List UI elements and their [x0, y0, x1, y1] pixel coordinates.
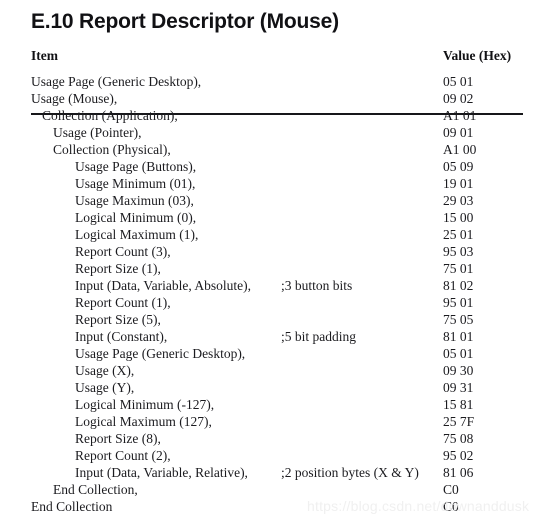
table-row: Logical Maximum (127), 25 7F	[0, 413, 554, 430]
row-item-label: Logical Maximum (1),	[75, 227, 199, 242]
header-spacer	[0, 65, 554, 73]
row-hex-value: 05 01	[443, 346, 474, 361]
row-item-label: Input (Data, Variable, Relative),	[75, 465, 248, 480]
table-row: Usage (Y), 09 31	[0, 379, 554, 396]
row-item-label: End Collection,	[53, 482, 138, 497]
row-item-label: Usage Page (Buttons),	[75, 159, 197, 174]
report-descriptor-page: E.10 Report Descriptor (Mouse) Item Valu…	[0, 0, 554, 524]
table-row: Input (Constant), ;5 bit padding 81 01	[0, 328, 554, 345]
row-item-label: Report Count (1),	[75, 295, 171, 310]
table-row: Input (Data, Variable, Relative), ;2 posi…	[0, 464, 554, 481]
row-item-label: Input (Data, Variable, Absolute),	[75, 278, 251, 293]
row-item-label: Report Size (1),	[75, 261, 161, 276]
row-item-label: Usage (Pointer),	[53, 125, 142, 140]
table-row: Report Size (5), 75 05	[0, 311, 554, 328]
row-hex-value: A1 00	[443, 142, 477, 157]
row-item-label: End Collection	[31, 499, 113, 514]
row-comment: ;2 position bytes (X & Y)	[281, 465, 419, 480]
row-hex-value: 25 01	[443, 227, 474, 242]
row-hex-value: A1 01	[443, 108, 477, 123]
row-item-label: Logical Minimum (-127),	[75, 397, 215, 412]
row-hex-value: 09 02	[443, 91, 474, 106]
table-row: Logical Minimum (0), 15 00	[0, 209, 554, 226]
table-row: End Collection, C0	[0, 481, 554, 498]
row-hex-value: 95 02	[443, 448, 474, 463]
table-row: Report Count (3), 95 03	[0, 243, 554, 260]
row-hex-value: 25 7F	[443, 414, 475, 429]
row-hex-value: 75 01	[443, 261, 474, 276]
row-hex-value: 75 08	[443, 431, 474, 446]
row-item-label: Usage Page (Generic Desktop),	[31, 74, 202, 89]
report-descriptor-table: Item Value (Hex) Usage Page (Generic Des…	[0, 47, 554, 515]
row-item-label: Report Count (2),	[75, 448, 171, 463]
table-row: Usage (Mouse), 09 02	[0, 90, 554, 107]
row-item-label: Logical Minimum (0),	[75, 210, 197, 225]
row-hex-value: 81 02	[443, 278, 474, 293]
row-item-label: Collection (Physical),	[53, 142, 171, 157]
table-row: Logical Minimum (-127), 15 81	[0, 396, 554, 413]
row-hex-value: 75 05	[443, 312, 474, 327]
row-item-label: Report Size (5),	[75, 312, 161, 327]
row-item-label: Usage Minimum (01),	[75, 176, 196, 191]
row-item-label: Input (Constant),	[75, 329, 168, 344]
row-item-label: Usage (Mouse),	[31, 91, 118, 106]
row-hex-value: 81 06	[443, 465, 474, 480]
table-row: Report Count (1), 95 01	[0, 294, 554, 311]
table-row: Report Count (2), 95 02	[0, 447, 554, 464]
table-row: Collection (Application), A1 01	[0, 107, 554, 124]
row-hex-value: 95 03	[443, 244, 474, 259]
table-row: Collection (Physical), A1 00	[0, 141, 554, 158]
row-item-label: Report Count (3),	[75, 244, 171, 259]
watermark: https://blog.csdn.net/downanddusk	[307, 498, 530, 514]
table-row: Usage (X), 09 30	[0, 362, 554, 379]
column-header-item: Item	[31, 48, 58, 63]
column-header-value: Value (Hex)	[443, 48, 512, 63]
table-row: Usage Minimum (01), 19 01	[0, 175, 554, 192]
table-row: Logical Maximum (1), 25 01	[0, 226, 554, 243]
row-hex-value: C0	[443, 482, 459, 497]
row-hex-value: 05 01	[443, 74, 474, 89]
table-row: Report Size (8), 75 08	[0, 430, 554, 447]
row-item-label: Collection (Application),	[42, 108, 178, 123]
table-row: Usage Page (Generic Desktop), 05 01	[0, 73, 554, 90]
table-row: Report Size (1), 75 01	[0, 260, 554, 277]
row-hex-value: 09 30	[443, 363, 474, 378]
row-hex-value: 05 09	[443, 159, 474, 174]
row-item-label: Logical Maximum (127),	[75, 414, 212, 429]
row-item-label: Report Size (8),	[75, 431, 161, 446]
row-hex-value: 09 01	[443, 125, 474, 140]
row-hex-value: 29 03	[443, 193, 474, 208]
table-row: Usage Page (Generic Desktop), 05 01	[0, 345, 554, 362]
row-hex-value: 09 31	[443, 380, 474, 395]
row-hex-value: 81 01	[443, 329, 474, 344]
row-hex-value: 19 01	[443, 176, 474, 191]
row-hex-value: 95 01	[443, 295, 474, 310]
table-header-row: Item Value (Hex)	[0, 47, 554, 65]
row-item-label: Usage Maximun (03),	[75, 193, 194, 208]
row-item-label: Usage (X),	[75, 363, 135, 378]
row-hex-value: 15 00	[443, 210, 474, 225]
table-row: Usage Page (Buttons), 05 09	[0, 158, 554, 175]
table-body: Usage Page (Generic Desktop), 05 01 Usage …	[0, 73, 554, 515]
table-row: Usage Maximun (03), 29 03	[0, 192, 554, 209]
row-comment: ;3 button bits	[281, 278, 353, 293]
row-item-label: Usage Page (Generic Desktop),	[75, 346, 246, 361]
row-comment: ;5 bit padding	[281, 329, 356, 344]
table-row: Input (Data, Variable, Absolute), ;3 butt…	[0, 277, 554, 294]
page-title: E.10 Report Descriptor (Mouse)	[31, 10, 339, 33]
table-row: Usage (Pointer), 09 01	[0, 124, 554, 141]
row-hex-value: 15 81	[443, 397, 474, 412]
row-item-label: Usage (Y),	[75, 380, 135, 395]
